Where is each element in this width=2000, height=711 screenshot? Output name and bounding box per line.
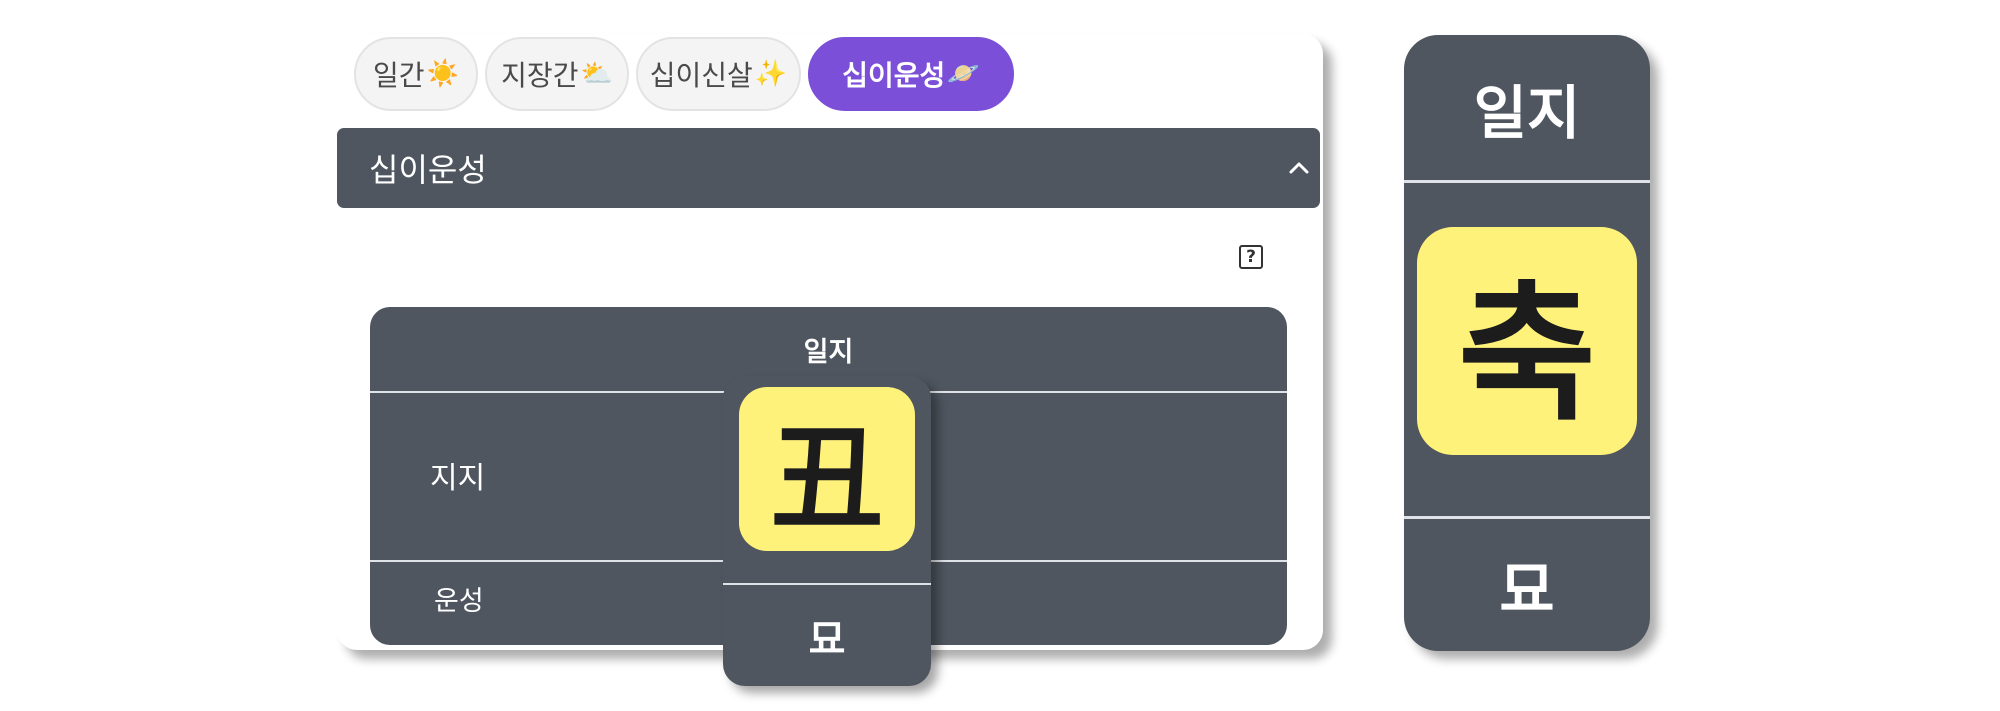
tab-label: 일간	[373, 59, 425, 92]
popup-value: 묘	[808, 616, 846, 663]
ilji-header: 일지	[1473, 78, 1581, 147]
sparkles-icon: ✨	[754, 59, 788, 89]
row-label-unseong: 운성	[434, 586, 484, 617]
ilji-card[interactable]: 일지 축 묘	[1404, 35, 1650, 651]
planet-icon: 🪐	[947, 59, 980, 89]
ilji-value: 묘	[1499, 555, 1555, 626]
tab-jijanggan[interactable]: 지장간 ⛅	[485, 37, 629, 111]
tab-sibiunseong[interactable]: 십이운성 🪐	[808, 37, 1014, 111]
branch-popup[interactable]: 丑 묘	[723, 376, 931, 686]
hanja-tile: 丑	[739, 387, 915, 551]
tab-label: 지장간	[501, 59, 579, 92]
help-glyph: ?	[1246, 247, 1256, 267]
tab-label: 십이운성	[842, 59, 946, 92]
tab-label: 십이신살	[649, 59, 753, 92]
chevron-up-icon[interactable]	[1286, 155, 1312, 181]
help-icon[interactable]: ?	[1239, 245, 1263, 269]
row-label-jiji: 지지	[430, 461, 486, 496]
card-divider	[1404, 180, 1650, 183]
section-title: 십이운성	[369, 151, 487, 189]
section-header[interactable]: 십이운성	[337, 128, 1320, 208]
sun-behind-cloud-icon: ⛅	[580, 59, 613, 89]
tab-ilgan[interactable]: 일간 ☀️	[354, 37, 478, 111]
reading-tile: 축	[1417, 227, 1637, 455]
tab-sibisinsal[interactable]: 십이신살 ✨	[636, 37, 801, 111]
sun-icon: ☀️	[426, 59, 459, 89]
